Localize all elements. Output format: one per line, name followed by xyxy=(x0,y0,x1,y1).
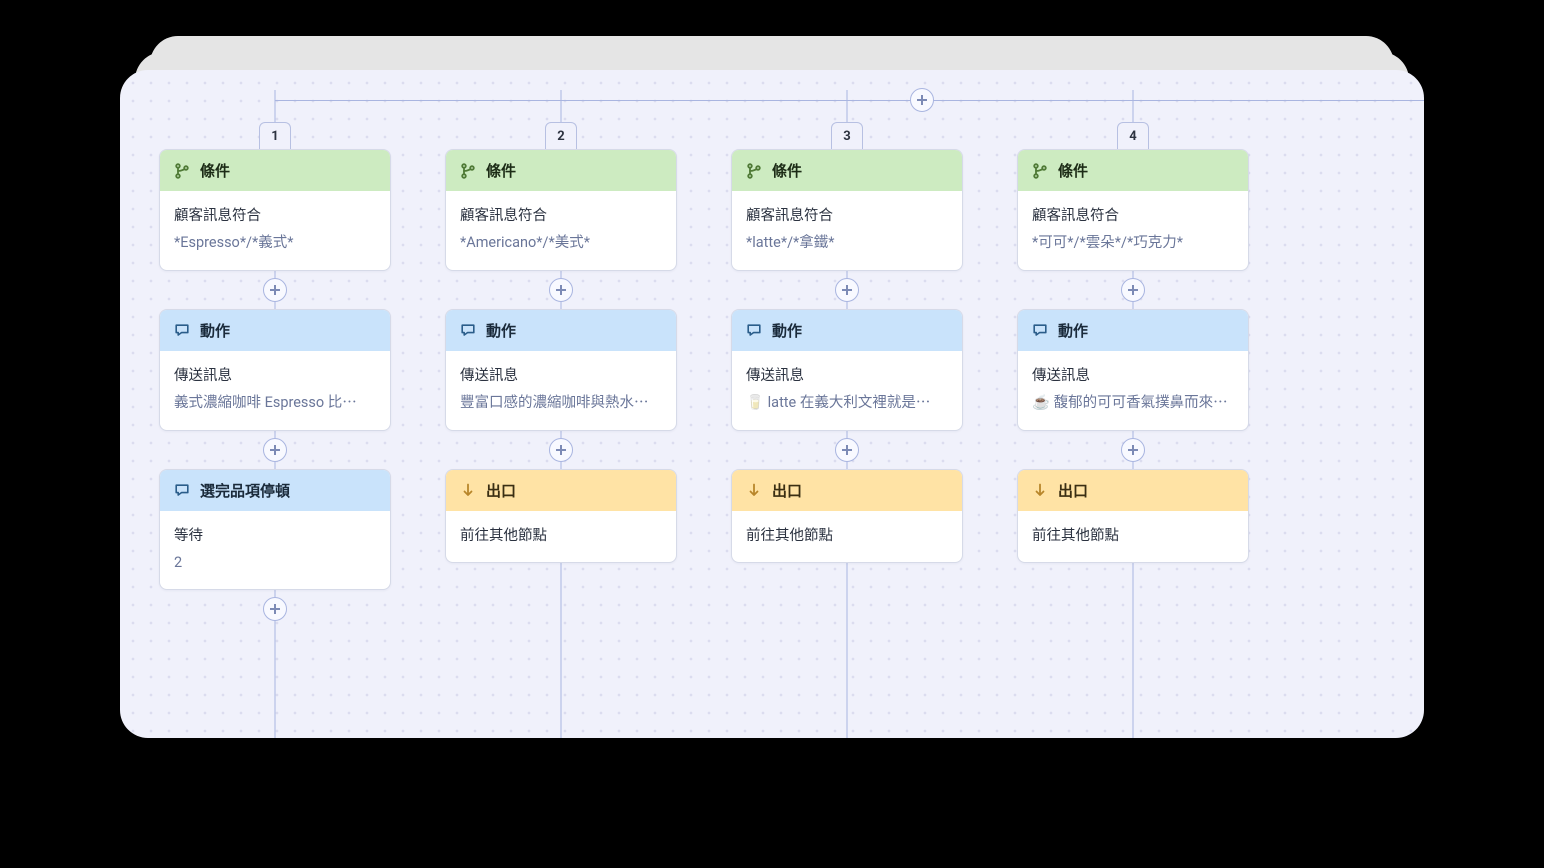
plus-icon xyxy=(549,438,573,462)
chat-icon xyxy=(460,322,476,338)
exit-title: 出口 xyxy=(1058,480,1088,501)
branch-icon xyxy=(1032,163,1048,179)
action-header: 動作 xyxy=(1018,310,1248,351)
action-title: 動作 xyxy=(772,320,802,341)
branch-number-tab[interactable]: 2 xyxy=(545,122,577,149)
pause-node[interactable]: 選完品項停頓等待2 xyxy=(159,469,391,591)
action-node[interactable]: 動作傳送訊息豐富口感的濃縮咖啡與熱水⋯ xyxy=(445,309,677,431)
branch-column-1: 1條件顧客訊息符合*Espresso*/*義式*動作傳送訊息義式濃縮咖啡 Esp… xyxy=(160,90,390,738)
branch-number-tab[interactable]: 1 xyxy=(259,122,291,149)
condition-label: 顧客訊息符合 xyxy=(746,203,948,228)
chat-icon xyxy=(1032,322,1048,338)
action-node[interactable]: 動作傳送訊息☕ 馥郁的可可香氣撲鼻而來⋯ xyxy=(1017,309,1249,431)
condition-header: 條件 xyxy=(160,150,390,191)
condition-title: 條件 xyxy=(772,160,802,181)
plus-icon xyxy=(263,597,287,621)
condition-header: 條件 xyxy=(732,150,962,191)
action-label: 傳送訊息 xyxy=(460,363,662,388)
exit-header: 出口 xyxy=(446,470,676,511)
exit-label: 前往其他節點 xyxy=(460,523,662,548)
plus-icon xyxy=(549,278,573,302)
condition-pattern: *Americano*/*美式* xyxy=(460,230,662,255)
chat-icon xyxy=(746,322,762,338)
action-label: 傳送訊息 xyxy=(746,363,948,388)
plus-icon xyxy=(1121,438,1145,462)
wait-label: 等待 xyxy=(174,523,376,548)
condition-pattern: *Espresso*/*義式* xyxy=(174,230,376,255)
add-after-action[interactable] xyxy=(1121,431,1145,469)
condition-node[interactable]: 條件顧客訊息符合*Americano*/*美式* xyxy=(445,149,677,271)
action-label: 傳送訊息 xyxy=(174,363,376,388)
add-after-action[interactable] xyxy=(835,431,859,469)
wait-value: 2 xyxy=(174,550,376,575)
branch-column-4: 4條件顧客訊息符合*可可*/*雲朵*/*巧克力*動作傳送訊息☕ 馥郁的可可香氣撲… xyxy=(1018,90,1248,738)
branch-column-2: 2條件顧客訊息符合*Americano*/*美式*動作傳送訊息豐富口感的濃縮咖啡… xyxy=(446,90,676,738)
action-title: 動作 xyxy=(486,320,516,341)
add-after-condition[interactable] xyxy=(549,271,573,309)
action-title: 動作 xyxy=(200,320,230,341)
condition-node[interactable]: 條件顧客訊息符合*可可*/*雲朵*/*巧克力* xyxy=(1017,149,1249,271)
condition-label: 顧客訊息符合 xyxy=(174,203,376,228)
condition-header: 條件 xyxy=(446,150,676,191)
condition-title: 條件 xyxy=(1058,160,1088,181)
exit-label: 前往其他節點 xyxy=(746,523,948,548)
action-message: 🥛 latte 在義大利文裡就是⋯ xyxy=(746,390,948,415)
exit-node[interactable]: 出口前往其他節點 xyxy=(731,469,963,563)
action-message: 義式濃縮咖啡 Espresso 比⋯ xyxy=(174,390,376,415)
exit-header: 出口 xyxy=(1018,470,1248,511)
arrow-down-icon xyxy=(460,482,476,498)
action-node[interactable]: 動作傳送訊息義式濃縮咖啡 Espresso 比⋯ xyxy=(159,309,391,431)
branch-icon xyxy=(460,163,476,179)
chat-icon xyxy=(174,322,190,338)
add-after-condition[interactable] xyxy=(1121,271,1145,309)
branch-number-tab[interactable]: 3 xyxy=(831,122,863,149)
plus-icon xyxy=(1121,278,1145,302)
add-after-condition[interactable] xyxy=(263,271,287,309)
branch-icon xyxy=(746,163,762,179)
condition-node[interactable]: 條件顧客訊息符合*latte*/*拿鐵* xyxy=(731,149,963,271)
condition-pattern: *可可*/*雲朵*/*巧克力* xyxy=(1032,230,1234,255)
action-header: 動作 xyxy=(446,310,676,351)
exit-header: 出口 xyxy=(732,470,962,511)
action-message: 豐富口感的濃縮咖啡與熱水⋯ xyxy=(460,390,662,415)
add-after-condition[interactable] xyxy=(835,271,859,309)
plus-icon xyxy=(263,278,287,302)
exit-node[interactable]: 出口前往其他節點 xyxy=(1017,469,1249,563)
exit-node[interactable]: 出口前往其他節點 xyxy=(445,469,677,563)
exit-title: 出口 xyxy=(486,480,516,501)
chat-icon xyxy=(174,482,190,498)
exit-title: 出口 xyxy=(772,480,802,501)
condition-node[interactable]: 條件顧客訊息符合*Espresso*/*義式* xyxy=(159,149,391,271)
condition-title: 條件 xyxy=(486,160,516,181)
action-label: 傳送訊息 xyxy=(1032,363,1234,388)
action-node[interactable]: 動作傳送訊息🥛 latte 在義大利文裡就是⋯ xyxy=(731,309,963,431)
condition-title: 條件 xyxy=(200,160,230,181)
condition-header: 條件 xyxy=(1018,150,1248,191)
pause-header: 選完品項停頓 xyxy=(160,470,390,511)
plus-icon xyxy=(835,278,859,302)
condition-label: 顧客訊息符合 xyxy=(1032,203,1234,228)
plus-icon xyxy=(263,438,287,462)
plus-icon xyxy=(835,438,859,462)
add-after-action[interactable] xyxy=(263,431,287,469)
flow-canvas[interactable]: 1條件顧客訊息符合*Espresso*/*義式*動作傳送訊息義式濃縮咖啡 Esp… xyxy=(120,70,1424,738)
condition-pattern: *latte*/*拿鐵* xyxy=(746,230,948,255)
arrow-down-icon xyxy=(1032,482,1048,498)
arrow-down-icon xyxy=(746,482,762,498)
condition-label: 顧客訊息符合 xyxy=(460,203,662,228)
add-after-action[interactable] xyxy=(549,431,573,469)
action-message: ☕ 馥郁的可可香氣撲鼻而來⋯ xyxy=(1032,390,1234,415)
branch-number-tab[interactable]: 4 xyxy=(1117,122,1149,149)
exit-label: 前往其他節點 xyxy=(1032,523,1234,548)
action-title: 動作 xyxy=(1058,320,1088,341)
branch-column-3: 3條件顧客訊息符合*latte*/*拿鐵*動作傳送訊息🥛 latte 在義大利文… xyxy=(732,90,962,738)
branch-icon xyxy=(174,163,190,179)
action-header: 動作 xyxy=(160,310,390,351)
pause-title: 選完品項停頓 xyxy=(200,480,290,501)
action-header: 動作 xyxy=(732,310,962,351)
add-after-pause[interactable] xyxy=(263,590,287,628)
